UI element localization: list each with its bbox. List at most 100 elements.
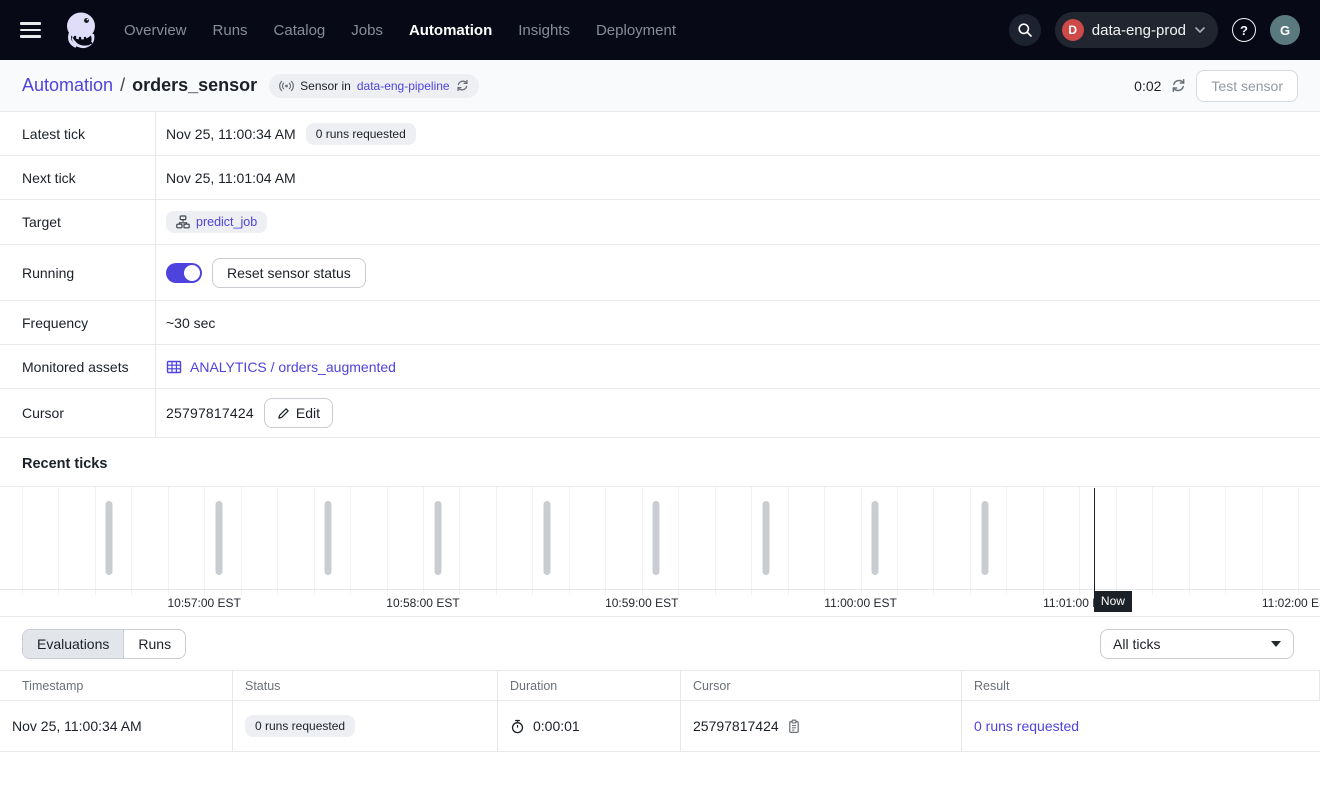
breadcrumb-automation-link[interactable]: Automation bbox=[22, 75, 113, 96]
evaluation-result-link[interactable]: 0 runs requested bbox=[974, 718, 1079, 734]
search-button[interactable] bbox=[1009, 14, 1041, 46]
tick-bar[interactable] bbox=[106, 501, 113, 575]
gridline-icon bbox=[1189, 487, 1190, 595]
cursor-label: Cursor bbox=[0, 389, 156, 437]
tick-bar[interactable] bbox=[762, 501, 769, 575]
now-badge: Now bbox=[1094, 591, 1132, 612]
monitored-assets-label: Monitored assets bbox=[0, 345, 156, 388]
target-job-name: predict_job bbox=[196, 215, 257, 229]
latest-tick-status-pill: 0 runs requested bbox=[306, 123, 416, 145]
nav-item-jobs[interactable]: Jobs bbox=[351, 22, 383, 39]
tabs-row: Evaluations Runs All ticks bbox=[0, 617, 1320, 670]
row-cursor: Cursor 25797817424 Edit bbox=[0, 389, 1320, 438]
gridline-icon bbox=[897, 487, 898, 595]
recent-ticks-chart: 10:57:00 EST10:58:00 EST10:59:00 EST11:0… bbox=[0, 486, 1320, 616]
tick-bar[interactable] bbox=[653, 501, 660, 575]
gridline-icon bbox=[1116, 487, 1117, 595]
gridline-icon bbox=[642, 487, 643, 595]
cursor-edit-button[interactable]: Edit bbox=[264, 398, 333, 428]
latest-tick-value: Nov 25, 11:00:34 AM bbox=[166, 126, 296, 142]
tick-bar[interactable] bbox=[872, 501, 879, 575]
axis-tick-label: 11:00:00 EST bbox=[824, 596, 897, 610]
breadcrumb-separator: / bbox=[120, 75, 125, 96]
evaluation-cursor: 25797817424 bbox=[693, 718, 779, 734]
gridline-icon bbox=[1152, 487, 1153, 595]
tab-evaluations[interactable]: Evaluations bbox=[23, 630, 123, 658]
header-actions: 0:02 Test sensor bbox=[1134, 70, 1298, 102]
table-row-cell-result: 0 runs requested bbox=[962, 701, 1320, 752]
gridline-icon bbox=[241, 487, 242, 595]
gridline-icon bbox=[933, 487, 934, 595]
table-row-cell-duration: 0:00:01 bbox=[498, 701, 681, 752]
tick-bar[interactable] bbox=[434, 501, 441, 575]
tick-bar[interactable] bbox=[981, 501, 988, 575]
running-toggle[interactable] bbox=[166, 263, 202, 283]
user-avatar[interactable]: G bbox=[1270, 15, 1300, 45]
tick-bar[interactable] bbox=[215, 501, 222, 575]
row-latest-tick: Latest tick Nov 25, 11:00:34 AM 0 runs r… bbox=[0, 112, 1320, 156]
workspace-name: data-eng-prod bbox=[1092, 22, 1186, 39]
dropdown-caret-icon bbox=[1271, 641, 1281, 647]
gridline-icon bbox=[861, 487, 862, 595]
table-row-cell-status: 0 runs requested bbox=[233, 701, 498, 752]
evaluation-timestamp: Nov 25, 11:00:34 AM bbox=[12, 718, 142, 734]
gridline-icon bbox=[788, 487, 789, 595]
refresh-icon[interactable] bbox=[1171, 78, 1186, 93]
sensor-details: Latest tick Nov 25, 11:00:34 AM 0 runs r… bbox=[0, 112, 1320, 438]
nav-item-runs[interactable]: Runs bbox=[213, 22, 248, 39]
help-button[interactable]: ? bbox=[1232, 18, 1256, 42]
tick-bar[interactable] bbox=[325, 501, 332, 575]
avatar-initial: G bbox=[1280, 23, 1290, 38]
axis-tick-label: 10:57:00 EST bbox=[167, 596, 240, 610]
repo-link[interactable]: data-eng-pipeline bbox=[357, 79, 450, 93]
gridline-icon bbox=[387, 487, 388, 595]
tick-filter-value: All ticks bbox=[1113, 636, 1160, 652]
chevron-down-icon bbox=[1194, 26, 1206, 34]
nav-item-insights[interactable]: Insights bbox=[518, 22, 570, 39]
gridline-icon bbox=[168, 487, 169, 595]
reset-sensor-status-button[interactable]: Reset sensor status bbox=[212, 258, 366, 288]
gridline-icon bbox=[605, 487, 606, 595]
tick-filter-dropdown[interactable]: All ticks bbox=[1100, 629, 1294, 659]
gridline-icon bbox=[459, 487, 460, 595]
tick-bar[interactable] bbox=[543, 501, 550, 575]
frequency-value: ~30 sec bbox=[166, 315, 215, 331]
gridline-icon bbox=[423, 487, 424, 595]
target-job-link[interactable]: predict_job bbox=[166, 211, 267, 233]
recent-ticks-heading: Recent ticks bbox=[0, 438, 1320, 486]
workspace-switcher[interactable]: D data-eng-prod bbox=[1055, 12, 1218, 48]
page-title: orders_sensor bbox=[132, 75, 257, 96]
top-navigation-bar: Overview Runs Catalog Jobs Automation In… bbox=[0, 0, 1320, 60]
tab-runs[interactable]: Runs bbox=[123, 630, 185, 658]
gridline-icon bbox=[1298, 487, 1299, 595]
job-icon bbox=[176, 215, 190, 229]
nav-item-overview[interactable]: Overview bbox=[124, 22, 187, 39]
gridline-icon bbox=[22, 487, 23, 595]
breadcrumb: Automation / orders_sensor bbox=[22, 75, 257, 96]
nav-item-automation[interactable]: Automation bbox=[409, 22, 492, 39]
evaluation-duration: 0:00:01 bbox=[533, 718, 580, 734]
col-header-status: Status bbox=[233, 670, 498, 701]
next-tick-value: Nov 25, 11:01:04 AM bbox=[166, 170, 296, 186]
row-monitored-assets: Monitored assets ANALYTICS / orders_augm… bbox=[0, 345, 1320, 389]
monitored-asset-link[interactable]: ANALYTICS / orders_augmented bbox=[166, 359, 396, 375]
gridline-icon bbox=[715, 487, 716, 595]
nav-item-catalog[interactable]: Catalog bbox=[274, 22, 326, 39]
sensor-badge-prefix: Sensor in bbox=[300, 79, 351, 93]
gridline-icon bbox=[1079, 487, 1080, 595]
evaluations-section: Evaluations Runs All ticks Timestamp Sta… bbox=[0, 616, 1320, 752]
reload-icon[interactable] bbox=[456, 79, 469, 92]
nav-item-deployment[interactable]: Deployment bbox=[596, 22, 676, 39]
col-header-result: Result bbox=[962, 670, 1320, 701]
primary-nav: Overview Runs Catalog Jobs Automation In… bbox=[124, 22, 676, 39]
test-sensor-button[interactable]: Test sensor bbox=[1196, 70, 1298, 102]
chart-plot-area bbox=[0, 486, 1320, 588]
gridline-icon bbox=[131, 487, 132, 595]
page-header: Automation / orders_sensor Sensor in dat… bbox=[0, 60, 1320, 112]
dagster-logo-icon[interactable] bbox=[60, 7, 102, 53]
copy-icon[interactable] bbox=[787, 719, 801, 734]
monitored-asset-path: ANALYTICS / orders_augmented bbox=[190, 359, 396, 375]
hamburger-menu-icon[interactable] bbox=[16, 13, 50, 47]
tab-switcher: Evaluations Runs bbox=[22, 629, 186, 659]
gridline-icon bbox=[314, 487, 315, 595]
